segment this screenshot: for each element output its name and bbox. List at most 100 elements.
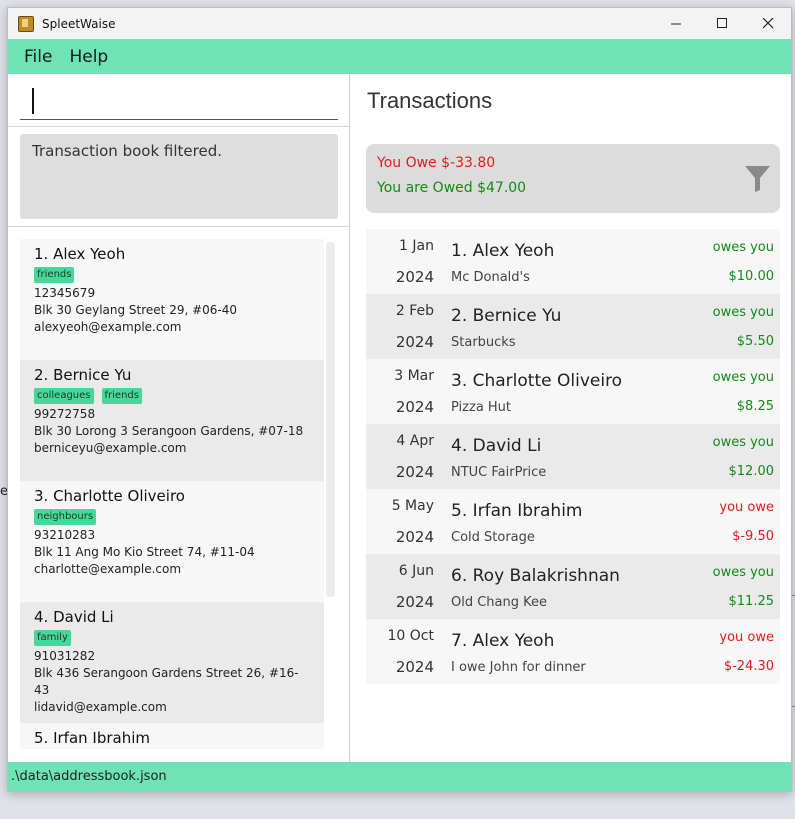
maximize-button[interactable] (699, 8, 745, 39)
result-display: Transaction book filtered. (20, 134, 338, 219)
transaction-year: 2024 (395, 398, 434, 416)
transaction-description: NTUC FairPrice (451, 465, 547, 480)
filter-icon[interactable] (745, 166, 770, 192)
app-icon (18, 15, 34, 32)
person-card[interactable]: 5. Irfan Ibrahim (20, 723, 324, 749)
transaction-amount: $-9.50 (732, 529, 774, 544)
data-file-path: .\data\addressbook.json (11, 769, 167, 784)
person-tags: family (34, 630, 310, 646)
minimize-button[interactable] (653, 8, 699, 39)
transaction-day: 3 Mar (394, 368, 434, 384)
person-card[interactable]: 1. Alex Yeoh friends 12345679 Blk 30 Geylan… (20, 239, 324, 360)
transaction-row[interactable]: 5 May 2024 5. Irfan Ibrahim Cold Storage you… (366, 489, 780, 554)
left-pane: Transaction book filtered. 1. Alex Yeoh f… (8, 74, 350, 762)
maximize-icon (716, 18, 727, 28)
transaction-day: 4 Apr (396, 433, 434, 449)
transaction-description: Pizza Hut (451, 400, 512, 415)
window-title: SpleetWaise (42, 16, 116, 31)
transaction-row[interactable]: 4 Apr 2024 4. David Li NTUC FairPrice owes y… (366, 424, 780, 489)
transaction-status: owes you (712, 565, 774, 580)
person-tag: friends (101, 388, 142, 404)
person-phone: 12345679 (34, 286, 96, 300)
transaction-year: 2024 (395, 528, 434, 546)
divider (8, 126, 349, 127)
person-email: lidavid@example.com (34, 700, 167, 714)
transaction-amount: $5.50 (736, 334, 774, 349)
person-name: 5. Irfan Ibrahim (34, 729, 151, 747)
transaction-day: 2 Feb (395, 303, 434, 319)
transaction-person: 7. Alex Yeoh (451, 631, 555, 651)
menu-bar: File Help (8, 39, 791, 74)
transaction-person: 5. Irfan Ibrahim (451, 501, 583, 521)
transaction-day: 10 Oct (387, 628, 434, 644)
transaction-list[interactable]: 1 Jan 2024 1. Alex Yeoh Mc Donald's owes you… (366, 229, 780, 684)
menu-help[interactable]: Help (68, 47, 109, 67)
person-card[interactable]: 2. Bernice Yu colleagues friends 99272758 Bl… (20, 360, 324, 481)
transaction-day: 5 May (391, 498, 434, 514)
close-button[interactable] (745, 8, 791, 39)
transaction-description: Cold Storage (451, 530, 535, 545)
person-phone: 91031282 (34, 649, 96, 663)
person-email: berniceyu@example.com (34, 441, 187, 455)
person-name: 4. David Li (34, 608, 114, 626)
transaction-row[interactable]: 1 Jan 2024 1. Alex Yeoh Mc Donald's owes you… (366, 229, 780, 294)
transaction-row[interactable]: 6 Jun 2024 6. Roy Balakrishnan Old Chang Ke… (366, 554, 780, 619)
person-card[interactable]: 4. David Li family 91031282 Blk 436 Serango… (20, 602, 324, 723)
person-address: Blk 436 Serangoon Gardens Street 26, #16… (34, 666, 299, 697)
person-phone: 93210283 (34, 528, 96, 542)
person-list[interactable]: 1. Alex Yeoh friends 12345679 Blk 30 Geylan… (20, 239, 324, 749)
right-pane: Transactions You Owe $-33.80 You are Owe… (350, 74, 791, 762)
transaction-status: owes you (712, 370, 774, 385)
transaction-description: Starbucks (451, 335, 516, 350)
person-address: Blk 11 Ang Mo Kio Street 74, #11-04 (34, 545, 255, 559)
person-tags: neighbours (34, 509, 310, 525)
text-caret (32, 88, 34, 114)
balance-summary: You Owe $-33.80 You are Owed $47.00 (366, 144, 780, 213)
person-tag: family (34, 630, 71, 646)
transaction-status: you owe (719, 630, 774, 645)
person-address: Blk 30 Lorong 3 Serangoon Gardens, #07-1… (34, 424, 304, 438)
transactions-title: Transactions (367, 88, 493, 113)
person-name: 3. Charlotte Oliveiro (34, 487, 185, 505)
title-bar[interactable]: SpleetWaise (8, 8, 791, 39)
transaction-row[interactable]: 10 Oct 2024 7. Alex Yeoh I owe John for din… (366, 619, 780, 684)
person-tag: neighbours (34, 509, 97, 525)
transaction-description: Old Chang Kee (451, 595, 548, 610)
person-tag: colleagues (34, 388, 94, 404)
transaction-status: you owe (719, 500, 774, 515)
person-tag: friends (34, 267, 75, 283)
transaction-amount: $8.25 (736, 399, 774, 414)
transaction-amount: $11.25 (728, 594, 775, 609)
person-tags: colleagues friends (34, 388, 310, 404)
person-card[interactable]: 3. Charlotte Oliveiro neighbours 93210283 B… (20, 481, 324, 602)
transaction-person: 4. David Li (451, 436, 542, 456)
transaction-description: I owe John for dinner (451, 660, 586, 675)
person-phone: 99272758 (34, 407, 96, 421)
transaction-year: 2024 (395, 333, 434, 351)
close-icon (762, 18, 773, 29)
minimize-icon (670, 23, 681, 25)
command-input[interactable] (20, 86, 338, 120)
transaction-amount: $10.00 (728, 269, 775, 284)
transaction-status: owes you (712, 240, 774, 255)
transaction-year: 2024 (395, 658, 434, 676)
person-email: alexyeoh@example.com (34, 320, 182, 334)
transaction-day: 1 Jan (399, 238, 434, 254)
person-name: 1. Alex Yeoh (34, 245, 126, 263)
transaction-amount: $-24.30 (723, 659, 774, 674)
app-window: SpleetWaise File Help Transaction book f… (7, 7, 792, 792)
person-tags: friends (34, 267, 310, 283)
divider (8, 226, 349, 227)
transaction-person: 6. Roy Balakrishnan (451, 566, 620, 586)
transaction-person: 3. Charlotte Oliveiro (451, 371, 623, 391)
menu-file[interactable]: File (23, 47, 53, 67)
transaction-description: Mc Donald's (451, 270, 530, 285)
transaction-row[interactable]: 3 Mar 2024 3. Charlotte Oliveiro Pizza Hut o… (366, 359, 780, 424)
person-name: 2. Bernice Yu (34, 366, 132, 384)
transaction-year: 2024 (395, 463, 434, 481)
transaction-amount: $12.00 (728, 464, 775, 479)
status-bar: .\data\addressbook.json (8, 762, 791, 791)
transaction-row[interactable]: 2 Feb 2024 2. Bernice Yu Starbucks owes you $… (366, 294, 780, 359)
transaction-status: owes you (712, 435, 774, 450)
person-list-scrollbar[interactable] (326, 242, 335, 597)
